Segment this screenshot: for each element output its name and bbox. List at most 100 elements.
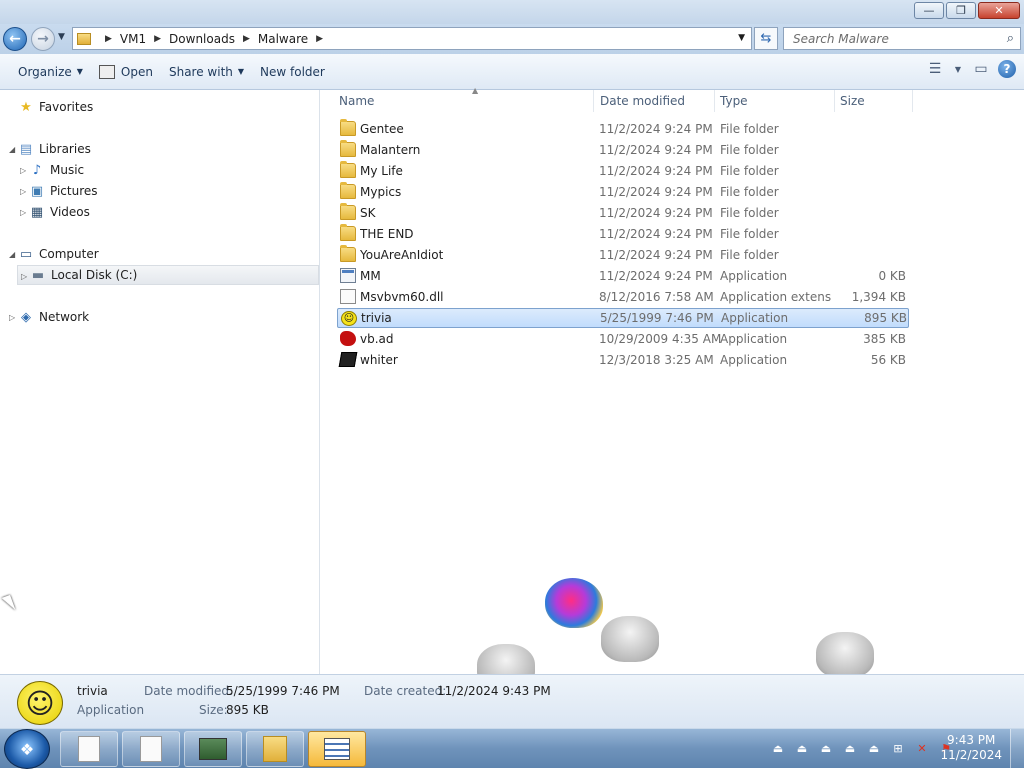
chevron-right-icon[interactable]: ▶ — [154, 34, 161, 44]
nav-network-label: Network — [39, 310, 90, 324]
file-date-modified: 10/29/2009 4:35 AM — [599, 332, 722, 346]
preview-pane-button[interactable]: ▭ — [970, 58, 992, 80]
navigation-pane: ★ Favorites ◢ ▤ Libraries ▷ ♪ Music ▷ ▣ … — [0, 90, 320, 674]
view-dropdown-button[interactable]: ▼ — [952, 58, 964, 80]
column-name-label: Name — [339, 94, 375, 108]
new-folder-button[interactable]: New folder — [252, 58, 333, 86]
file-type: Application — [720, 353, 788, 367]
drive-tray-icon[interactable]: ⏏ — [794, 741, 810, 755]
change-view-button[interactable]: ☰ — [924, 58, 946, 80]
file-type: Application extens... — [720, 290, 832, 304]
nav-pictures[interactable]: ▣ Pictures — [29, 181, 98, 201]
clock[interactable]: 9:43 PM 11/2/2024 — [940, 733, 1002, 763]
arrow-right-icon: → — [37, 31, 49, 47]
column-divider[interactable] — [834, 90, 835, 112]
file-name: Msvbvm60.dll — [360, 290, 444, 304]
drive-tray-icon[interactable]: ⏏ — [842, 741, 858, 755]
expander-collapsed-icon[interactable]: ▷ — [20, 166, 26, 175]
expander-collapsed-icon[interactable]: ▷ — [9, 313, 15, 322]
details-size-label: Size: — [199, 703, 228, 717]
column-divider[interactable] — [912, 90, 913, 112]
share-with-button[interactable]: Share with ▼ — [161, 58, 252, 86]
file-date-modified: 11/2/2024 9:24 PM — [599, 269, 713, 283]
chevron-down-icon[interactable]: ▼ — [738, 33, 745, 43]
file-type: File folder — [720, 122, 779, 136]
nav-libraries[interactable]: ▤ Libraries — [18, 139, 91, 159]
taskbar-button-active-app[interactable] — [308, 731, 366, 767]
chevron-right-icon[interactable]: ▶ — [243, 34, 250, 44]
expander-expanded-icon[interactable]: ◢ — [9, 145, 15, 154]
help-button[interactable]: ? — [998, 60, 1016, 78]
file-row[interactable]: YouAreAnIdiot 11/2/2024 9:24 PM File folde… — [337, 245, 909, 265]
file-row[interactable]: SK 11/2/2024 9:24 PM File folder — [337, 203, 909, 223]
expander-expanded-icon[interactable]: ◢ — [9, 250, 15, 259]
close-button[interactable]: ✕ — [978, 2, 1020, 19]
library-icon: ▤ — [19, 141, 33, 157]
command-bar: Organize ▼ Open Share with ▼ New folder … — [0, 54, 1024, 90]
open-button[interactable]: Open — [91, 58, 161, 86]
nav-videos[interactable]: ▦ Videos — [29, 202, 90, 222]
expander-collapsed-icon[interactable]: ▷ — [20, 208, 26, 217]
drive-tray-icon[interactable]: ⏏ — [770, 741, 786, 755]
breadcrumb-vm1[interactable]: VM1 — [120, 32, 146, 46]
forward-button[interactable]: → — [31, 27, 55, 51]
column-header-size[interactable]: Size — [836, 90, 912, 112]
nav-music[interactable]: ♪ Music — [29, 160, 84, 180]
red-blob-icon — [340, 331, 356, 346]
nav-local-disk[interactable]: ▷ ▬ Local Disk (C:) — [17, 265, 319, 285]
file-row[interactable]: MM 11/2/2024 9:24 PM Application 0 KB — [337, 266, 909, 286]
taskbar-button-task-manager[interactable] — [184, 731, 242, 767]
chevron-down-icon: ▼ — [954, 64, 962, 74]
file-row[interactable]: ☺ trivia 5/25/1999 7:46 PM Application 895 K… — [337, 308, 909, 328]
nav-favorites[interactable]: ★ Favorites — [18, 97, 93, 117]
file-type: File folder — [720, 248, 779, 262]
details-date-modified-label: Date modified: — [144, 684, 234, 698]
taskbar-button-document-2[interactable] — [122, 731, 180, 767]
file-row[interactable]: Mypics 11/2/2024 9:24 PM File folder — [337, 182, 909, 202]
column-header-date[interactable]: Date modified — [596, 90, 714, 112]
maximize-button[interactable]: ❐ — [946, 2, 976, 19]
view-list-icon: ☰ — [928, 61, 942, 77]
folder-icon — [340, 182, 356, 199]
chevron-right-icon[interactable]: ▶ — [316, 34, 323, 44]
file-name: vb.ad — [360, 332, 394, 346]
volume-muted-icon[interactable]: ✕ — [914, 741, 930, 755]
back-button[interactable]: ← — [3, 27, 27, 51]
file-row[interactable]: whiter 12/3/2018 3:25 AM Application 56 KB — [337, 350, 909, 370]
show-desktop-button[interactable] — [1010, 729, 1024, 769]
chevron-right-icon[interactable]: ▶ — [105, 34, 112, 44]
drive-tray-icon[interactable]: ⏏ — [866, 741, 882, 755]
drive-tray-icon[interactable]: ⏏ — [818, 741, 834, 755]
network-tray-icon[interactable]: ⊞ — [890, 741, 906, 755]
column-header-name[interactable]: ▲ Name — [335, 86, 593, 112]
expander-collapsed-icon[interactable]: ▷ — [20, 187, 26, 196]
file-row[interactable]: Malantern 11/2/2024 9:24 PM File folder — [337, 140, 909, 160]
windows-logo-icon: ❖ — [19, 739, 35, 759]
taskbar-button-document-1[interactable] — [60, 731, 118, 767]
column-header-type[interactable]: Type — [716, 90, 834, 112]
organize-button[interactable]: Organize ▼ — [10, 58, 91, 86]
taskbar-button-explorer[interactable] — [246, 731, 304, 767]
search-input[interactable] — [791, 30, 991, 47]
column-divider[interactable] — [593, 90, 594, 112]
minimize-button[interactable]: — — [914, 2, 944, 19]
file-row[interactable]: THE END 11/2/2024 9:24 PM File folder — [337, 224, 909, 244]
breadcrumb-downloads[interactable]: Downloads — [169, 32, 235, 46]
refresh-button[interactable]: ⇆ — [754, 27, 778, 50]
file-date-modified: 11/2/2024 9:24 PM — [599, 164, 713, 178]
file-date-modified: 11/2/2024 9:24 PM — [599, 122, 713, 136]
file-row[interactable]: Msvbvm60.dll 8/12/2016 7:58 AM Application… — [337, 287, 909, 307]
address-bar[interactable]: ▶ VM1 ▶ Downloads ▶ Malware ▶ ▼ — [72, 27, 752, 50]
nav-computer[interactable]: ▭ Computer — [18, 244, 99, 264]
document-icon — [78, 736, 100, 762]
expander-collapsed-icon[interactable]: ▷ — [21, 272, 27, 281]
nav-network[interactable]: ◈ Network — [18, 307, 89, 327]
column-divider[interactable] — [714, 90, 715, 112]
recent-pages-dropdown[interactable]: ▼ — [58, 32, 65, 42]
start-button[interactable]: ❖ — [4, 729, 50, 769]
file-row[interactable]: vb.ad 10/29/2009 4:35 AM Application 385 KB — [337, 329, 909, 349]
file-row[interactable]: Gentee 11/2/2024 9:24 PM File folder — [337, 119, 909, 139]
file-row[interactable]: My Life 11/2/2024 9:24 PM File folder — [337, 161, 909, 181]
breadcrumb-malware[interactable]: Malware — [258, 32, 308, 46]
search-icon[interactable]: ⌕ — [1007, 31, 1014, 46]
